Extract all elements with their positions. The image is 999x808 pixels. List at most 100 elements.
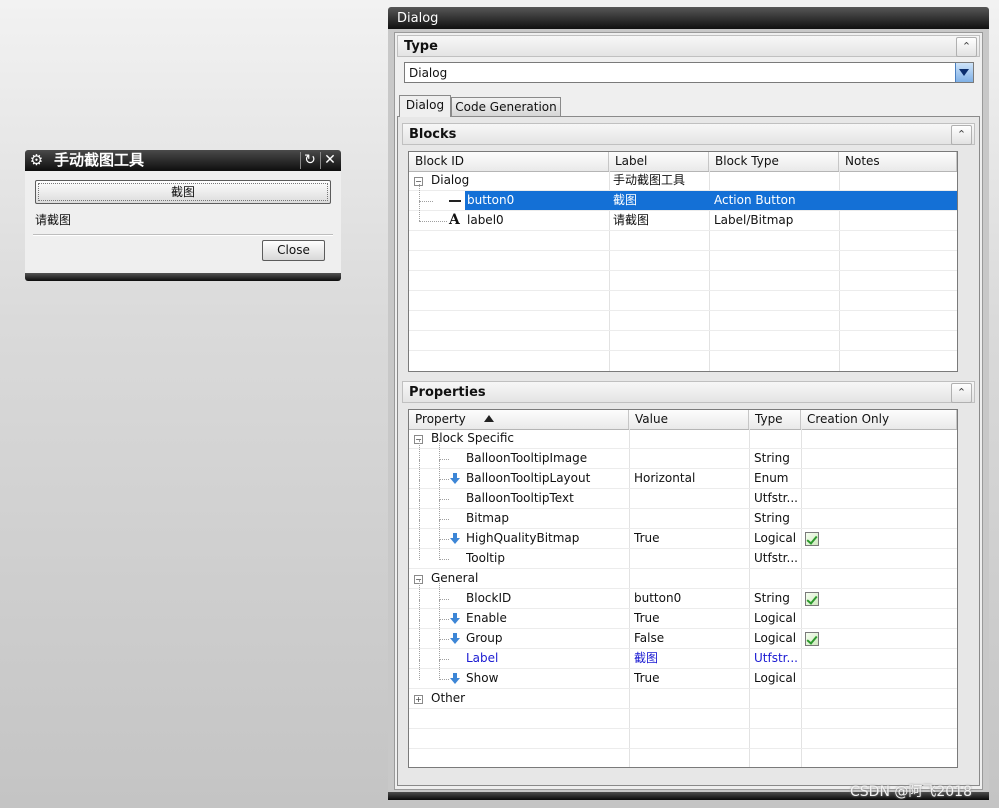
block-styler-dialog: Dialog Type ⌃ Dialog Dialog Code Generat… [388, 7, 989, 800]
property-row[interactable]: BalloonTooltipLayout Horizontal Enum [409, 460, 957, 489]
creation-only-checkbox[interactable] [805, 592, 819, 606]
property-row[interactable]: Group False Logical [409, 620, 957, 649]
property-value[interactable]: True [634, 669, 746, 688]
block-type: Label/Bitmap [714, 213, 794, 227]
col-type[interactable]: Type [749, 410, 801, 429]
property-name: Show [466, 671, 499, 685]
collapse-type-icon[interactable]: ⌃ [956, 37, 977, 57]
col-label[interactable]: Label [609, 152, 709, 171]
tab-code-generation-label: Code Generation [455, 100, 557, 114]
property-row[interactable]: Bitmap String [409, 500, 957, 529]
type-dropdown[interactable]: Dialog [404, 62, 974, 83]
tab-code-generation[interactable]: Code Generation [451, 97, 561, 117]
property-name: Bitmap [466, 511, 509, 525]
collapse-blocks-icon[interactable]: ⌃ [951, 125, 972, 145]
property-value[interactable]: True [634, 529, 746, 548]
blocks-header: Block ID Label Block Type Notes [409, 152, 957, 172]
dropdown-arrow-icon[interactable] [450, 633, 460, 644]
block-label: 请截图 [613, 213, 650, 227]
col-block-type[interactable]: Block Type [709, 152, 839, 171]
property-value[interactable] [634, 509, 746, 528]
properties-group-header[interactable]: Properties ⌃ [402, 381, 975, 403]
property-row[interactable]: Show True Logical [409, 660, 957, 689]
property-name: BalloonTooltipImage [466, 451, 588, 465]
creation-only-checkbox[interactable] [805, 532, 819, 546]
property-group-name: Other [431, 691, 466, 705]
property-row[interactable]: − Block Specific [409, 429, 957, 449]
property-type: String [754, 451, 790, 465]
block-type: Action Button [714, 191, 834, 210]
block-label: 手动截图工具 [613, 173, 686, 187]
chevron-down-icon[interactable] [955, 63, 973, 82]
property-row[interactable]: Enable True Logical [409, 600, 957, 629]
label-block-icon: A [449, 212, 460, 228]
col-block-id[interactable]: Block ID [409, 152, 609, 171]
type-group-header[interactable]: Type ⌃ [397, 35, 980, 57]
property-type: Utfstr... [754, 651, 798, 665]
properties-tree[interactable]: Property Value Type Creation Only − Block… [408, 409, 958, 768]
property-row[interactable]: + Other [409, 689, 957, 709]
blocks-tree[interactable]: Block ID Label Block Type Notes − Dialog… [408, 151, 958, 372]
property-name: BlockID [466, 591, 512, 605]
preview-title-bar: ⚙ 手动截图工具 ↻ ✕ [25, 150, 341, 171]
block-row[interactable]: A label0 请截图 Label/Bitmap [409, 202, 957, 231]
close-button[interactable]: Close [262, 240, 325, 261]
property-value[interactable]: button0 [634, 589, 746, 608]
property-row[interactable]: HighQualityBitmap True Logical [409, 520, 957, 549]
col-value[interactable]: Value [629, 410, 749, 429]
col-creation-only[interactable]: Creation Only [801, 410, 957, 429]
block-id: button0 [465, 191, 607, 210]
expand-icon[interactable]: + [414, 695, 423, 704]
block-label: 截图 [613, 191, 707, 210]
reset-icon[interactable]: ↻ [300, 152, 319, 169]
property-row[interactable]: Label 截图 Utfstr... [409, 640, 957, 669]
block-id: label0 [467, 213, 504, 227]
collapse-properties-icon[interactable]: ⌃ [951, 383, 972, 403]
close-icon[interactable]: ✕ [320, 152, 339, 169]
property-value[interactable] [634, 549, 746, 568]
divider [33, 234, 333, 236]
property-name: Group [466, 631, 503, 645]
property-value[interactable]: False [634, 629, 746, 648]
property-value[interactable]: True [634, 609, 746, 628]
property-row[interactable]: Tooltip Utfstr... [409, 540, 957, 569]
blocks-group-header[interactable]: Blocks ⌃ [402, 123, 975, 145]
property-type: Logical [754, 611, 797, 625]
property-value[interactable] [634, 689, 746, 708]
blocks-group-title: Blocks [409, 127, 457, 142]
preview-dialog-title: 手动截图工具 [54, 151, 145, 169]
property-group-name: General [431, 571, 479, 585]
property-name: Tooltip [466, 551, 505, 565]
tab-dialog[interactable]: Dialog [399, 95, 451, 117]
property-type: String [754, 591, 790, 605]
property-row[interactable]: − General [409, 569, 957, 589]
property-type: Logical [754, 671, 797, 685]
property-row[interactable]: BlockID button0 String [409, 580, 957, 609]
property-value[interactable] [634, 449, 746, 468]
property-value[interactable] [634, 429, 746, 448]
dropdown-arrow-icon[interactable] [450, 613, 460, 624]
property-row[interactable]: BalloonTooltipImage String [409, 440, 957, 469]
property-value[interactable]: 截图 [634, 649, 746, 668]
dropdown-arrow-icon[interactable] [450, 473, 460, 484]
property-value[interactable]: Horizontal [634, 469, 746, 488]
property-value[interactable] [634, 569, 746, 588]
col-property-label: Property [415, 412, 466, 426]
property-type: Logical [754, 631, 797, 645]
type-group-title: Type [404, 39, 438, 54]
gear-icon[interactable]: ⚙ [28, 152, 45, 169]
dropdown-arrow-icon[interactable] [450, 533, 460, 544]
block-row[interactable]: button0 截图 Action Button [409, 184, 957, 211]
sort-ascending-icon [483, 415, 494, 422]
dropdown-arrow-icon[interactable] [450, 673, 460, 684]
block-row[interactable]: − Dialog 手动截图工具 [409, 171, 957, 191]
property-name: BalloonTooltipLayout [466, 471, 591, 485]
col-notes[interactable]: Notes [839, 152, 957, 171]
creation-only-checkbox[interactable] [805, 632, 819, 646]
main-title-bar: Dialog [388, 7, 989, 29]
property-name: HighQualityBitmap [466, 531, 580, 545]
col-property[interactable]: Property [409, 410, 629, 429]
property-value[interactable] [634, 489, 746, 508]
property-row[interactable]: BalloonTooltipText Utfstr... [409, 480, 957, 509]
screenshot-button[interactable]: 截图 [35, 180, 331, 204]
